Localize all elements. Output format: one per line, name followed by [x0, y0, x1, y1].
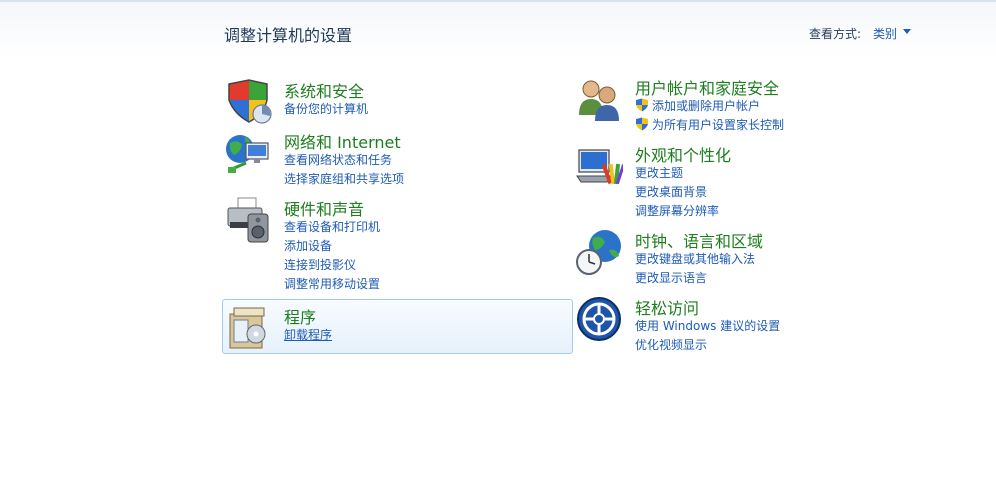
- link-uninstall-program[interactable]: 卸载程序: [284, 326, 332, 345]
- link-parental-controls[interactable]: 为所有用户设置家长控制: [635, 116, 784, 135]
- ease-of-access-icon[interactable]: [575, 295, 623, 343]
- monitor-palette-icon[interactable]: [575, 142, 623, 190]
- link-add-remove-accounts[interactable]: 添加或删除用户帐户: [635, 97, 784, 116]
- network-globe-icon[interactable]: [224, 129, 272, 177]
- category-network-internet: 网络和 Internet 查看网络状态和任务 选择家庭组和共享选项: [222, 129, 552, 189]
- link-screen-resolution[interactable]: 调整屏幕分辨率: [635, 202, 719, 221]
- link-change-keyboard[interactable]: 更改键盘或其他输入法: [635, 250, 755, 269]
- globe-clock-icon[interactable]: [575, 228, 623, 276]
- link-change-background[interactable]: 更改桌面背景: [635, 183, 719, 202]
- link-view-network-status[interactable]: 查看网络状态和任务: [284, 151, 404, 170]
- category-title-programs[interactable]: 程序: [284, 304, 316, 328]
- view-by-dropdown[interactable]: 类别: [873, 25, 897, 42]
- programs-box-icon[interactable]: [224, 304, 272, 352]
- category-user-accounts: 用户帐户和家庭安全 添加或删除用户帐户 为所有用户设置家长控制: [573, 75, 903, 133]
- link-mobility-settings[interactable]: 调整常用移动设置: [284, 275, 380, 294]
- category-appearance: 外观和个性化 更改主题 更改桌面背景 调整屏幕分辨率: [573, 142, 903, 218]
- link-change-theme[interactable]: 更改主题: [635, 164, 719, 183]
- chevron-down-icon[interactable]: [903, 29, 911, 34]
- category-title-ease-access[interactable]: 轻松访问: [635, 295, 699, 319]
- link-add-device[interactable]: 添加设备: [284, 237, 380, 256]
- category-title-appearance[interactable]: 外观和个性化: [635, 142, 731, 166]
- uac-shield-icon: [636, 98, 648, 112]
- link-change-display-language[interactable]: 更改显示语言: [635, 269, 755, 288]
- link-devices-printers[interactable]: 查看设备和打印机: [284, 218, 380, 237]
- page-title: 调整计算机的设置: [224, 26, 353, 45]
- printer-icon[interactable]: [224, 196, 272, 244]
- category-programs: 程序 卸载程序: [222, 304, 552, 349]
- link-parental-controls-label[interactable]: 为所有用户设置家长控制: [652, 118, 784, 132]
- category-hardware-sound: 硬件和声音 查看设备和打印机 添加设备 连接到投影仪 调整常用移动设置: [222, 196, 552, 292]
- view-by-label: 查看方式:: [809, 27, 862, 41]
- shield-icon[interactable]: [224, 78, 272, 126]
- category-clock-region: 时钟、语言和区域 更改键盘或其他输入法 更改显示语言: [573, 228, 903, 286]
- link-windows-recommended[interactable]: 使用 Windows 建议的设置: [635, 317, 780, 336]
- category-title-system-security[interactable]: 系统和安全: [284, 78, 364, 102]
- category-ease-access: 轻松访问 使用 Windows 建议的设置 优化视频显示: [573, 295, 903, 353]
- category-title-clock-region[interactable]: 时钟、语言和区域: [635, 228, 763, 252]
- category-system-security: 系统和安全 备份您的计算机: [222, 78, 552, 126]
- link-backup-computer[interactable]: 备份您的计算机: [284, 100, 368, 119]
- link-add-remove-accounts-label[interactable]: 添加或删除用户帐户: [652, 99, 760, 113]
- category-title-user-accounts[interactable]: 用户帐户和家庭安全: [635, 75, 779, 99]
- category-title-hardware-sound[interactable]: 硬件和声音: [284, 196, 364, 220]
- link-connect-projector[interactable]: 连接到投影仪: [284, 256, 380, 275]
- top-border: [0, 0, 996, 2]
- users-icon[interactable]: [575, 75, 623, 123]
- category-title-network-internet[interactable]: 网络和 Internet: [284, 129, 401, 153]
- link-optimize-visual[interactable]: 优化视频显示: [635, 336, 780, 355]
- uac-shield-icon: [636, 117, 648, 131]
- link-homegroup-sharing[interactable]: 选择家庭组和共享选项: [284, 170, 404, 189]
